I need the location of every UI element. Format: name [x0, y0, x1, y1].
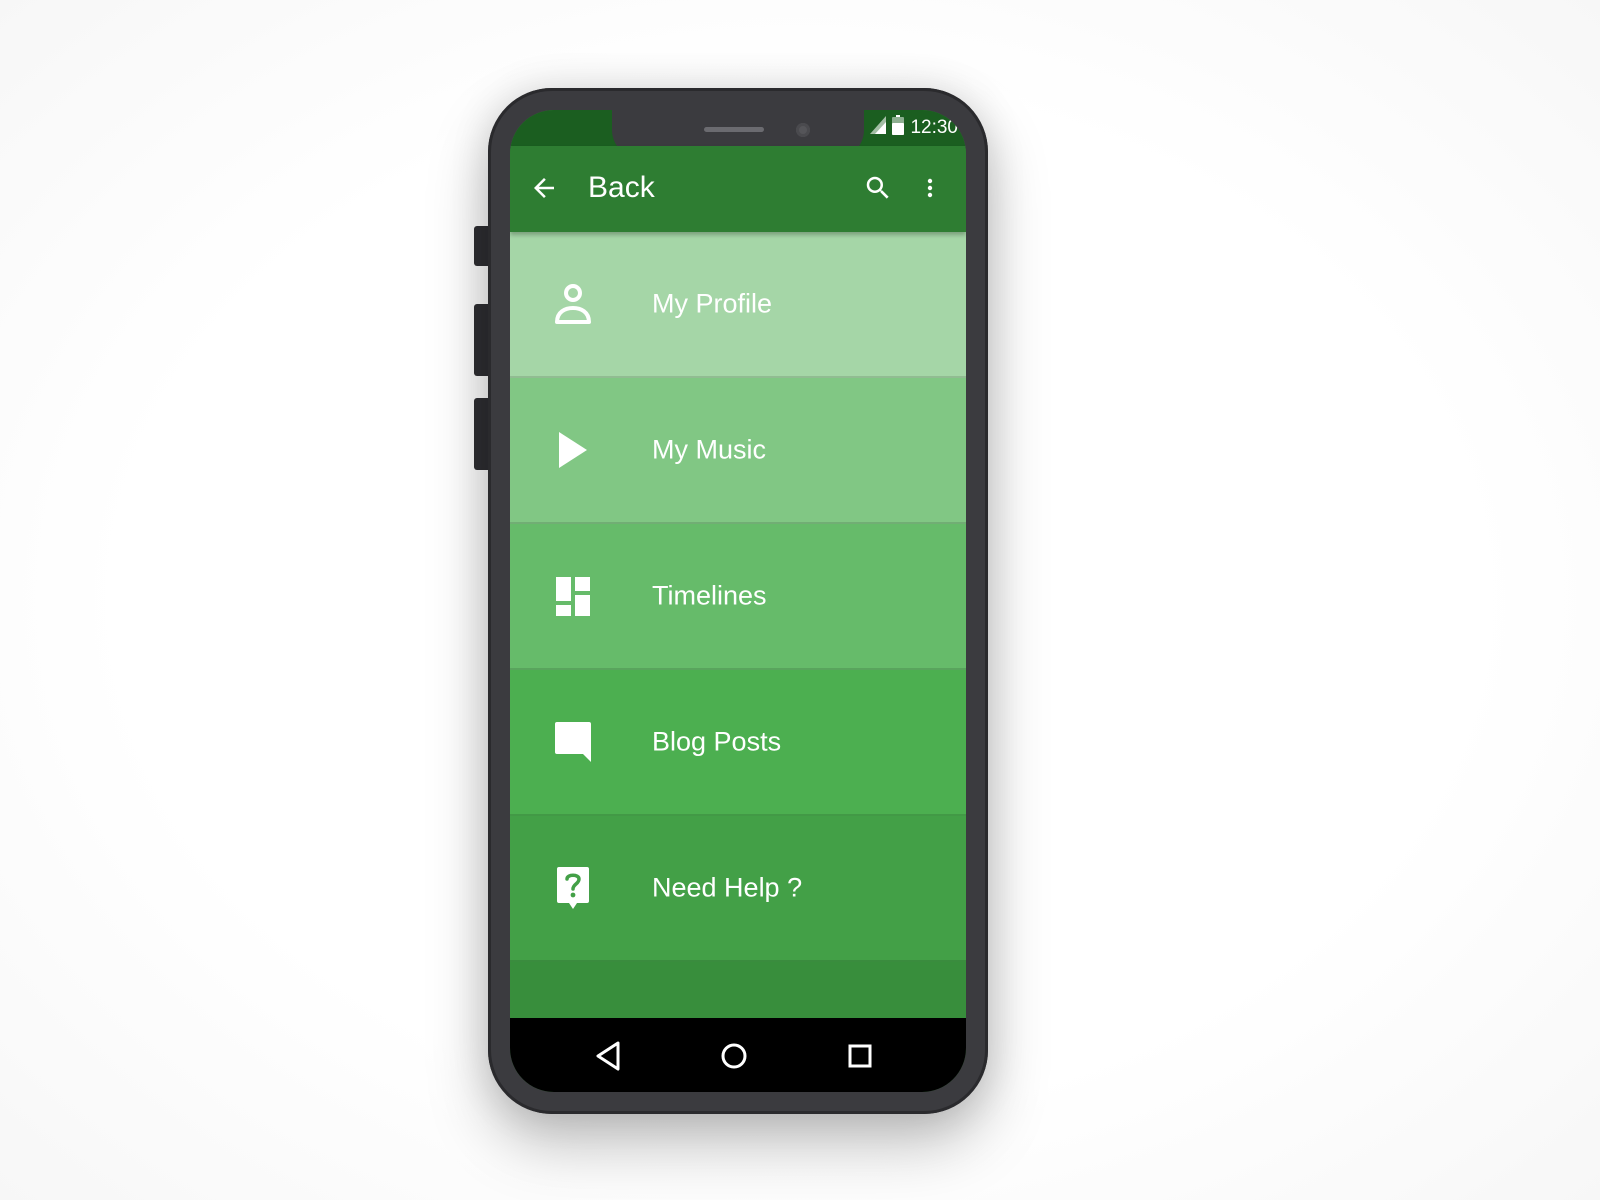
menu-item-label: My Music: [652, 434, 766, 465]
search-icon: [866, 176, 889, 199]
phone-frame: 12:30 Back My Profile My Music Timelines…: [488, 88, 988, 1114]
back-button[interactable]: [526, 170, 562, 206]
background: 12:30 Back My Profile My Music Timelines…: [0, 0, 1600, 1200]
status-time: 12:30: [910, 117, 958, 138]
nav-home-button[interactable]: [714, 1036, 754, 1076]
signal-icon: [870, 116, 887, 140]
more-options-button[interactable]: [918, 170, 942, 206]
earpiece-speaker: [704, 127, 764, 132]
nav-back-button[interactable]: [588, 1036, 628, 1076]
search-button[interactable]: [860, 170, 896, 206]
back-label[interactable]: Back: [588, 168, 655, 208]
person-icon: [550, 281, 596, 327]
app-bar: Back: [510, 146, 966, 232]
phone-screen: 12:30 Back My Profile My Music Timelines…: [510, 110, 966, 1092]
chat-bubble-icon: [550, 719, 596, 765]
menu-item-my-profile[interactable]: My Profile: [510, 232, 966, 378]
dashboard-icon: [550, 573, 596, 619]
menu-item-label: Need Help ?: [652, 872, 803, 903]
more-vert-icon: [927, 178, 933, 198]
battery-icon: [892, 115, 905, 141]
menu-item-label: Blog Posts: [652, 726, 782, 757]
home-circle-icon: [721, 1043, 747, 1069]
recents-square-icon: [848, 1044, 872, 1068]
nav-recents-button[interactable]: [840, 1036, 880, 1076]
menu-item-label: Timelines: [652, 580, 767, 611]
menu-list: My Profile My Music Timelines Blog Posts…: [510, 232, 966, 962]
play-icon: [550, 427, 596, 473]
menu-item-blog-posts[interactable]: Blog Posts: [510, 670, 966, 816]
arrow-left-icon: [534, 178, 554, 198]
menu-item-my-music[interactable]: My Music: [510, 378, 966, 524]
help-icon: [550, 865, 596, 911]
menu-item-timelines[interactable]: Timelines: [510, 524, 966, 670]
menu-item-need-help[interactable]: Need Help ?: [510, 816, 966, 962]
menu-item-label: My Profile: [652, 288, 773, 319]
back-triangle-icon: [596, 1041, 620, 1071]
status-icons: 12:30: [870, 115, 958, 141]
front-camera: [796, 123, 810, 137]
system-nav-bar: [510, 1018, 966, 1092]
